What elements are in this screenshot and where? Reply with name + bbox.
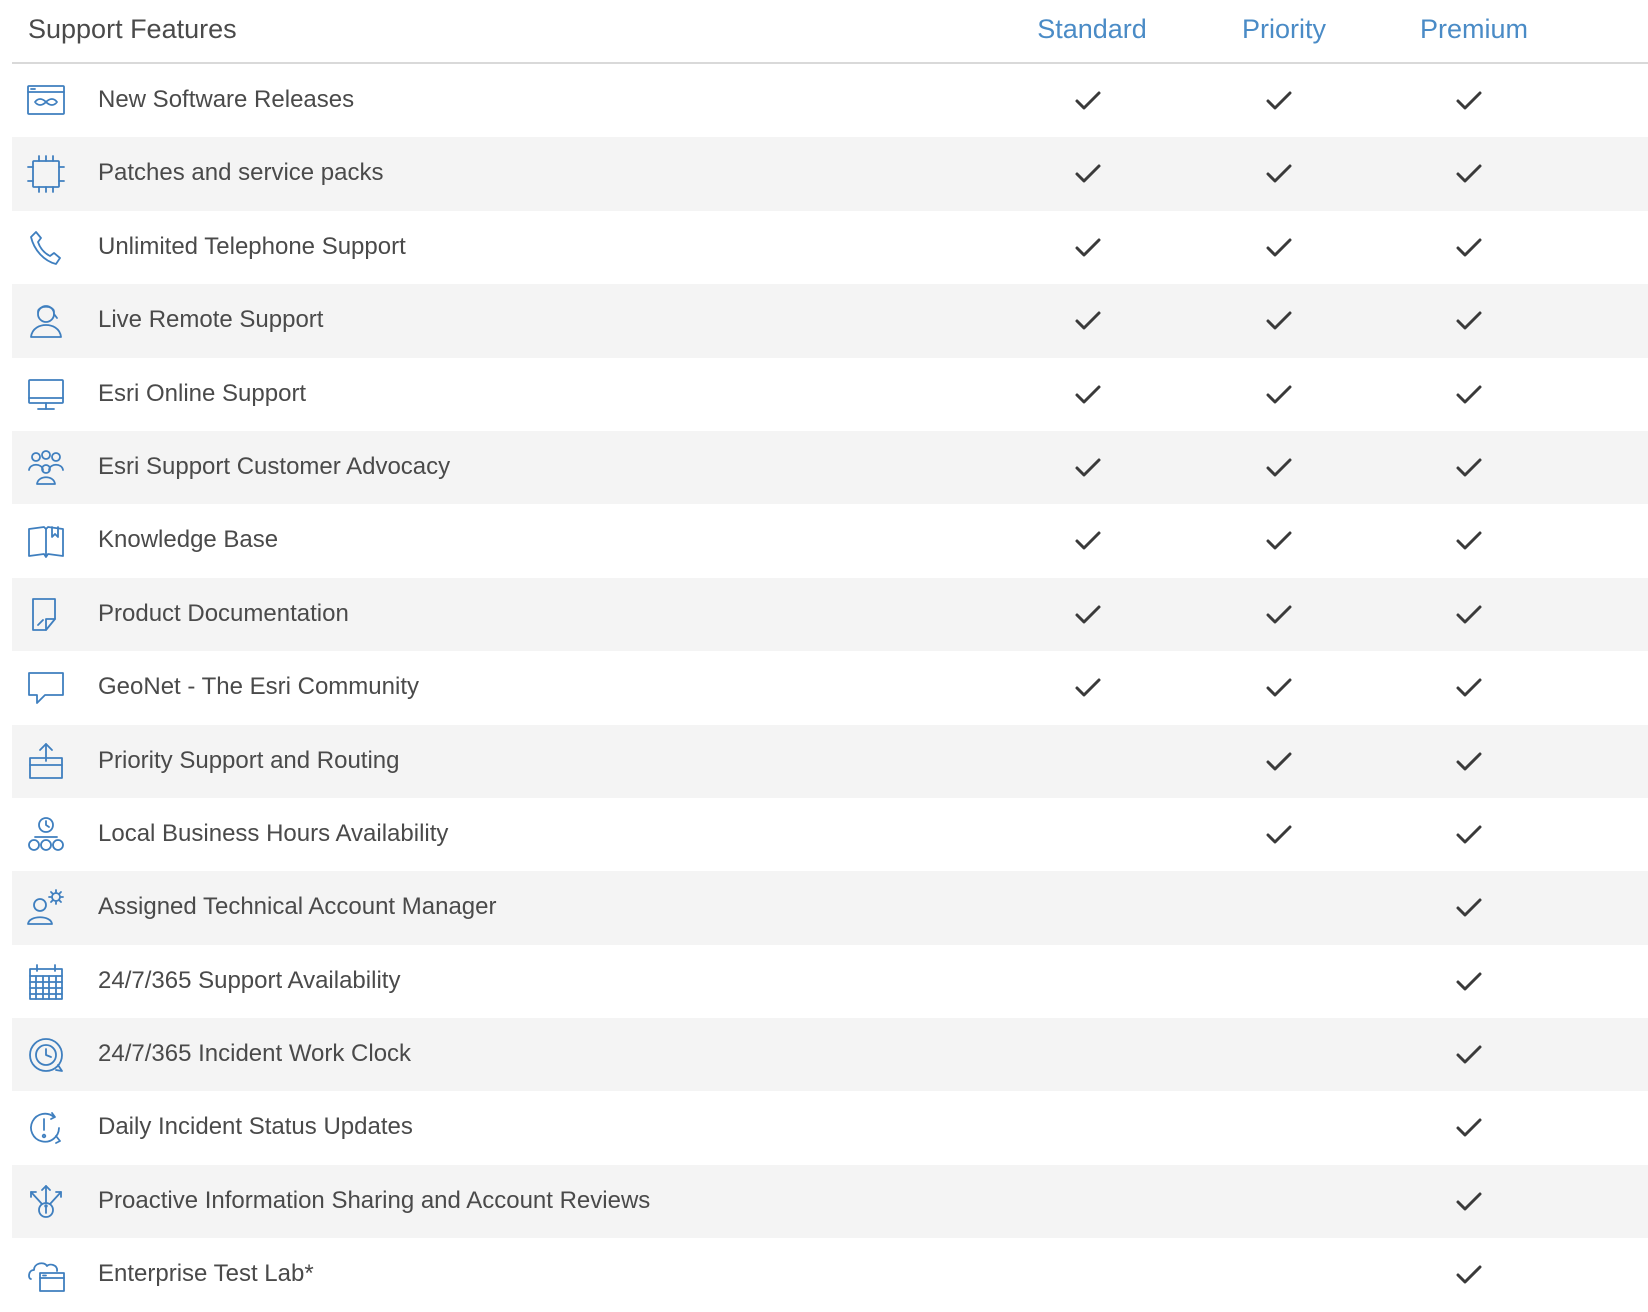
checkmark-icon-premium: [1454, 600, 1484, 630]
table-row: Priority Support and Routing: [12, 724, 1648, 798]
checkmark-icon-standard: [1073, 86, 1103, 116]
table-row: Proactive Information Sharing and Accoun…: [12, 1164, 1648, 1239]
checkmark-icon-premium: [1454, 86, 1484, 116]
checkmark-icon-premium: [1454, 820, 1484, 850]
checkmark-icon-priority: [1264, 820, 1294, 850]
feature-label: Patches and service packs: [98, 159, 384, 187]
calendar-icon: [26, 962, 66, 1002]
table-row: Product Documentation: [12, 577, 1648, 652]
checkmark-icon-priority: [1264, 306, 1294, 336]
checkmark-icon-priority: [1264, 453, 1294, 483]
feature-label: Priority Support and Routing: [98, 746, 400, 774]
feature-label: Live Remote Support: [98, 306, 324, 334]
status-alert-icon: [26, 1108, 66, 1148]
feature-label: Esri Online Support: [98, 379, 307, 407]
table-row: Live Remote Support: [12, 284, 1648, 358]
table-body: New Software Releases Patches and service…: [12, 64, 1648, 1312]
checkmark-icon-premium: [1454, 747, 1484, 777]
checkmark-icon-priority: [1264, 159, 1294, 189]
checkmark-icon-priority: [1264, 673, 1294, 703]
checkmark-icon-premium: [1454, 1113, 1484, 1143]
checkmark-icon-standard: [1073, 159, 1103, 189]
feature-label: Knowledge Base: [98, 526, 279, 554]
column-header-priority: Priority: [1241, 14, 1326, 44]
checkmark-icon-standard: [1073, 526, 1103, 556]
feature-label: Product Documentation: [98, 599, 349, 627]
checkmark-icon-premium: [1454, 673, 1484, 703]
book-icon: [26, 521, 66, 561]
checkmark-icon-premium: [1454, 453, 1484, 483]
patch-chip-icon: [26, 154, 66, 194]
checkmark-icon-priority: [1264, 747, 1294, 777]
checkmark-icon-premium: [1454, 233, 1484, 263]
table-row: Local Business Hours Availability: [12, 798, 1648, 871]
feature-label: Proactive Information Sharing and Accoun…: [98, 1186, 651, 1214]
info-sharing-icon: [26, 1182, 66, 1222]
checkmark-icon-standard: [1073, 673, 1103, 703]
telephone-icon: [26, 228, 66, 268]
checkmark-icon-premium: [1454, 380, 1484, 410]
feature-label: Esri Support Customer Advocacy: [98, 452, 451, 480]
table-row: Daily Incident Status Updates: [12, 1091, 1648, 1164]
checkmark-icon-premium: [1454, 1260, 1484, 1290]
checkmark-icon-standard: [1073, 600, 1103, 630]
checkmark-icon-standard: [1073, 233, 1103, 263]
checkmark-icon-standard: [1073, 306, 1103, 336]
column-header-support-features: Support Features: [28, 14, 237, 44]
checkmark-icon-priority: [1264, 600, 1294, 630]
document-icon: [26, 595, 66, 635]
checkmark-icon-priority: [1264, 233, 1294, 263]
account-manager-icon: [26, 888, 66, 928]
speech-bubble-icon: [26, 668, 66, 708]
table-row: Unlimited Telephone Support: [12, 211, 1648, 284]
table-row: GeoNet - The Esri Community: [12, 651, 1648, 724]
table-row: Assigned Technical Account Manager: [12, 871, 1648, 945]
checkmark-icon-standard: [1073, 453, 1103, 483]
feature-label: Assigned Technical Account Manager: [98, 893, 497, 921]
table-row: Enterprise Test Lab*: [12, 1238, 1648, 1311]
monitor-icon: [26, 375, 66, 415]
table-row: Knowledge Base: [12, 504, 1648, 577]
table-row: 24/7/365 Incident Work Clock: [12, 1018, 1648, 1092]
priority-upload-icon: [26, 742, 66, 782]
remote-support-icon: [26, 301, 66, 341]
customer-group-icon: [26, 448, 66, 488]
checkmark-icon-premium: [1454, 893, 1484, 923]
checkmark-icon-priority: [1264, 380, 1294, 410]
checkmark-icon-premium: [1454, 159, 1484, 189]
business-hours-icon: [26, 815, 66, 855]
table-row: Patches and service packs: [12, 137, 1648, 211]
checkmark-icon-premium: [1454, 1040, 1484, 1070]
checkmark-icon-standard: [1073, 380, 1103, 410]
work-clock-icon: [26, 1035, 66, 1075]
checkmark-icon-priority: [1264, 526, 1294, 556]
software-release-icon: [26, 81, 66, 121]
checkmark-icon-premium: [1454, 306, 1484, 336]
table-header: Support Features Standard Priority Premi…: [12, 0, 1648, 64]
feature-label: 24/7/365 Support Availability: [98, 966, 401, 994]
column-header-standard: Standard: [1037, 14, 1147, 44]
checkmark-icon-priority: [1264, 86, 1294, 116]
column-header-premium: Premium: [1419, 14, 1528, 44]
table-row: Esri Support Customer Advocacy: [12, 430, 1648, 505]
table-row: 24/7/365 Support Availability: [12, 945, 1648, 1018]
feature-label: Enterprise Test Lab*: [98, 1260, 314, 1288]
support-features-table: Support Features Standard Priority Premi…: [12, 0, 1648, 1312]
table-row: Esri Online Support: [12, 358, 1648, 431]
feature-label: Daily Incident Status Updates: [98, 1113, 413, 1141]
feature-label: GeoNet - The Esri Community: [98, 673, 419, 701]
table-row: New Software Releases: [12, 64, 1648, 137]
checkmark-icon-premium: [1454, 526, 1484, 556]
feature-label: Unlimited Telephone Support: [98, 232, 406, 260]
test-lab-icon: [26, 1255, 66, 1295]
feature-label: New Software Releases: [98, 86, 355, 113]
feature-label: 24/7/365 Incident Work Clock: [98, 1040, 412, 1068]
checkmark-icon-premium: [1454, 967, 1484, 997]
checkmark-icon-premium: [1454, 1187, 1484, 1217]
feature-label: Local Business Hours Availability: [98, 819, 449, 847]
